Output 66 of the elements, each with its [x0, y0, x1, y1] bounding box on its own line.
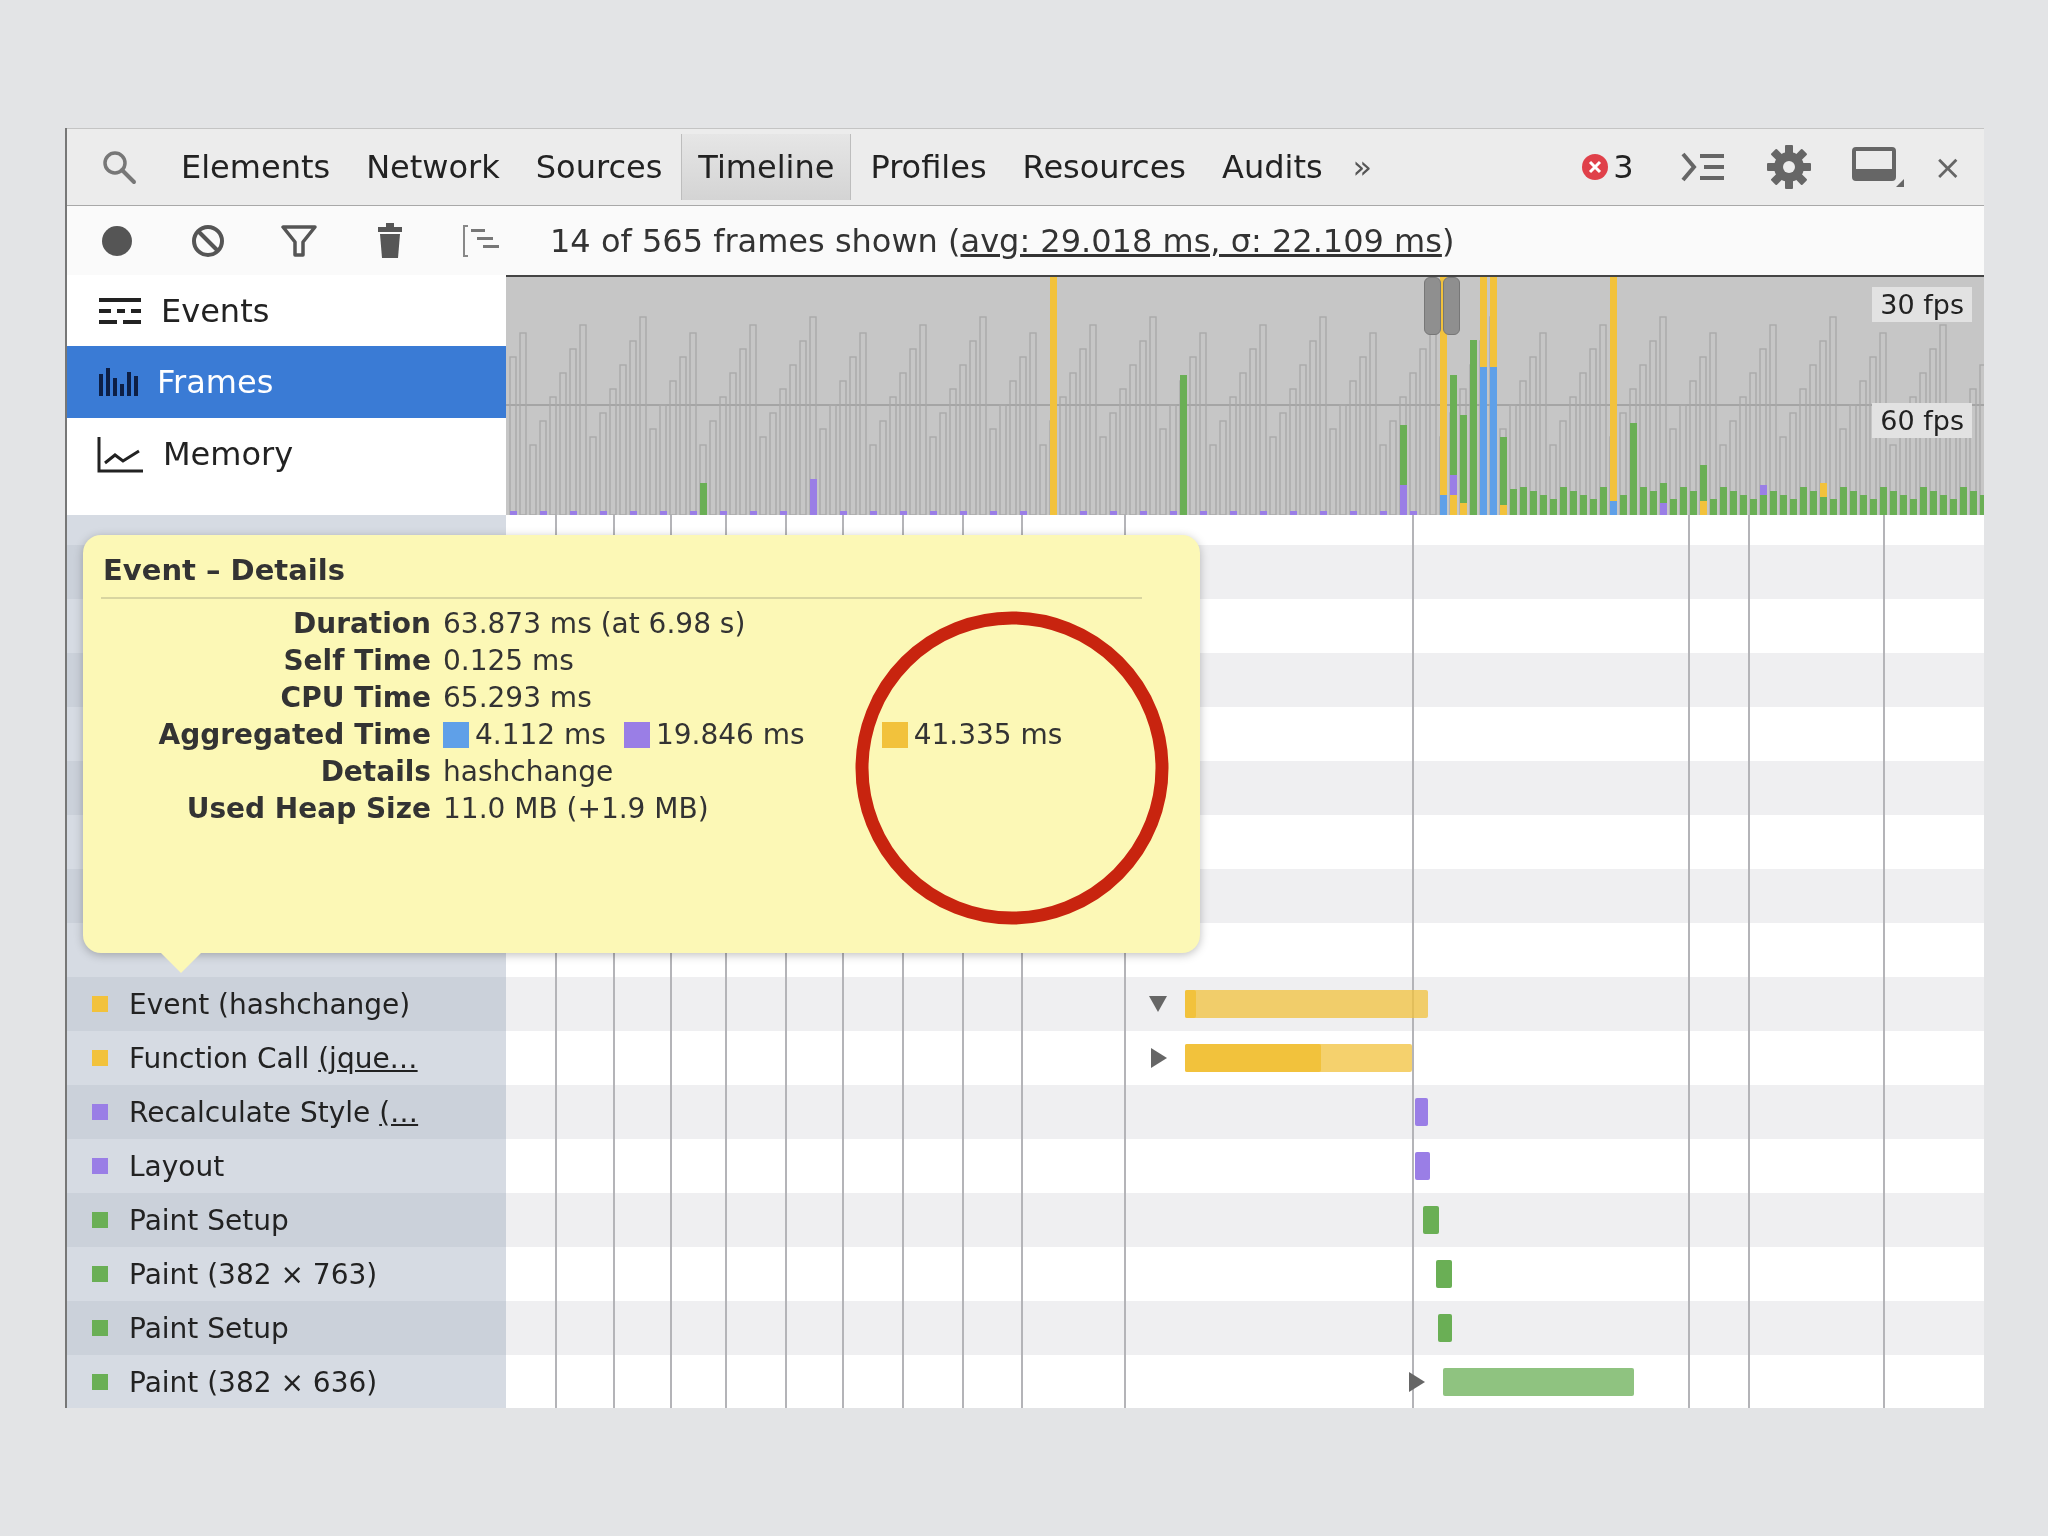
record-label[interactable]: Layout — [129, 1149, 225, 1183]
view-tab[interactable]: Frames — [67, 346, 506, 418]
panel-tab[interactable]: Network — [349, 134, 517, 200]
detail-value: 11.0 MB (+1.9 MB) — [443, 792, 709, 825]
record-row[interactable]: Layout — [67, 1139, 506, 1193]
frames-icon — [97, 366, 139, 398]
fps-label: 30 fps — [1872, 287, 1972, 322]
record-row[interactable]: Function Call (jque… — [67, 1031, 506, 1085]
error-count[interactable]: 3 — [1613, 148, 1634, 186]
record-label[interactable]: Paint (382 × 636) — [129, 1365, 378, 1399]
record-label[interactable]: Paint Setup — [129, 1203, 289, 1237]
record-label[interactable]: Function Call (jque… — [129, 1041, 418, 1075]
detail-value: 63.873 ms (at 6.98 s) — [443, 607, 746, 640]
panel-tab[interactable]: Profiles — [853, 134, 1004, 200]
close-button[interactable]: × — [1933, 147, 1962, 187]
detail-label: Self Time — [283, 644, 431, 677]
more-tabs-button[interactable]: » — [1340, 148, 1385, 186]
record-row[interactable]: Paint (382 × 763) — [67, 1247, 506, 1301]
record-label[interactable]: Paint Setup — [129, 1311, 289, 1345]
detail-label: Used Heap Size — [186, 792, 431, 825]
memory-icon — [97, 434, 145, 473]
record-row[interactable]: Event (hashchange) — [67, 977, 506, 1031]
events-icon — [97, 296, 143, 325]
detail-value: 4.112 ms — [475, 718, 606, 751]
event-bar[interactable] — [1435, 1260, 1452, 1288]
view-tab[interactable]: Memory — [67, 418, 506, 489]
view-tab[interactable]: Events — [67, 275, 506, 346]
record-row[interactable]: Paint Setup — [67, 1301, 506, 1355]
fps-label: 60 fps — [1872, 403, 1972, 438]
detail-label: CPU Time — [280, 681, 431, 714]
expand-icon[interactable] — [1408, 1372, 1425, 1392]
search-icon[interactable] — [101, 149, 137, 185]
record-label[interactable]: Event (hashchange) — [129, 987, 411, 1021]
filter-icon[interactable] — [280, 222, 317, 259]
flame-chart-icon[interactable] — [462, 222, 499, 259]
detail-label: Aggregated Time — [158, 718, 431, 751]
collapse-icon[interactable] — [1148, 996, 1167, 1012]
detail-value: 19.846 ms — [655, 718, 805, 751]
source-link[interactable]: (jque… — [318, 1041, 418, 1075]
tooltip-title: Event – Details — [103, 553, 345, 587]
panel-tab[interactable]: Resources — [1005, 134, 1203, 200]
panel-tab[interactable]: Sources — [518, 134, 680, 200]
record-row[interactable]: Paint Setup — [67, 1193, 506, 1247]
stats-link[interactable]: avg: 29.018 ms, σ: 22.109 ms — [960, 221, 1442, 260]
source-link[interactable]: (… — [379, 1095, 419, 1129]
panel-tab[interactable]: Timeline — [681, 134, 852, 200]
panel-tab[interactable]: Audits — [1205, 134, 1340, 200]
console-icon[interactable] — [1679, 150, 1726, 184]
panel-tab[interactable]: Elements — [164, 134, 348, 200]
detail-value: 65.293 ms — [443, 681, 592, 714]
dock-icon[interactable] — [1851, 145, 1904, 189]
record-row[interactable]: Paint (382 × 636) — [67, 1355, 506, 1408]
event-bar[interactable] — [1414, 1152, 1430, 1180]
detail-value: 41.335 ms — [913, 718, 1063, 751]
detail-value: hashchange — [443, 755, 614, 788]
detail-label: Details — [320, 755, 431, 788]
expand-icon[interactable] — [1150, 1048, 1167, 1068]
frames-summary: 14 of 565 frames shown (avg: 29.018 ms, σ: 22.109 ms) — [550, 221, 1455, 260]
settings-icon[interactable] — [1765, 144, 1812, 190]
record-label[interactable]: Recalculate Style (… — [129, 1095, 419, 1129]
detail-value: 0.125 ms — [443, 644, 574, 677]
record-label[interactable]: Paint (382 × 763) — [129, 1257, 378, 1291]
clear-icon[interactable] — [189, 222, 226, 259]
record-row[interactable]: Recalculate Style (… — [67, 1085, 506, 1139]
detail-label: Duration — [292, 607, 431, 640]
error-icon — [1581, 153, 1610, 181]
